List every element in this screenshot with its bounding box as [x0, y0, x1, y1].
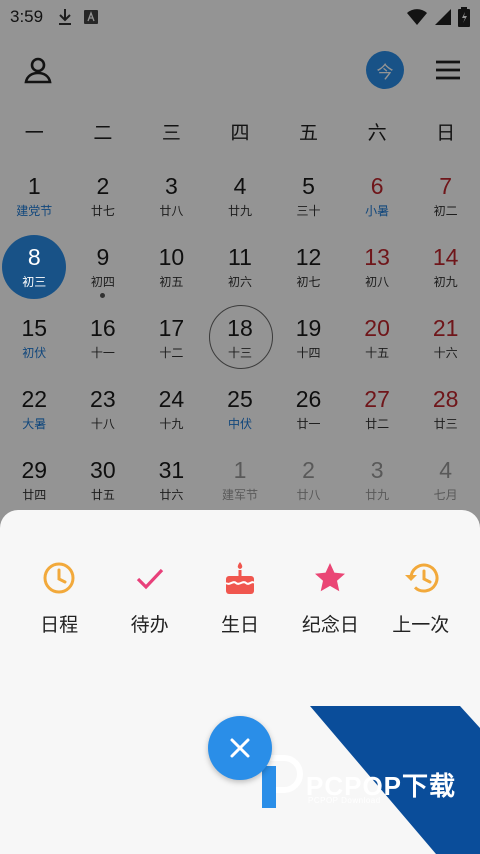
star-icon [315, 563, 346, 592]
close-icon [230, 738, 250, 758]
birthday-cake-icon [225, 562, 255, 594]
action-list: 日程 待办 生日 纪念日 上一次 [0, 560, 480, 637]
clock-icon [43, 562, 75, 594]
watermark: PCPOP下载 PCPOP Download [240, 706, 480, 854]
action-birthday[interactable]: 生日 [197, 560, 283, 637]
add-event-sheet: 日程 待办 生日 纪念日 上一次 PCPOP下载 PCPOP Download [0, 510, 480, 854]
action-label: 纪念日 [301, 614, 359, 636]
action-label: 待办 [130, 614, 169, 636]
checkmark-icon [136, 568, 163, 590]
history-icon [404, 563, 439, 593]
action-last-time[interactable]: 上一次 [378, 560, 464, 637]
calendar-screen: 3:59 今 一 二 三 四 五 六 日 1 建党节 2 廿七 3 廿八 4 廿九 5 三十 6 小暑… [0, 0, 480, 854]
action-anniversary[interactable]: 纪念日 [287, 560, 373, 637]
day-number: 8 [27, 244, 41, 270]
action-label: 上一次 [392, 614, 450, 636]
action-todo[interactable]: 待办 [107, 560, 193, 637]
lunar-date-label: 初三 [22, 275, 47, 289]
action-schedule[interactable]: 日程 [16, 560, 102, 637]
close-button[interactable] [208, 716, 272, 780]
action-label: 生日 [220, 614, 259, 636]
watermark-subtitle: PCPOP Download [308, 796, 381, 805]
action-label: 日程 [40, 614, 79, 636]
